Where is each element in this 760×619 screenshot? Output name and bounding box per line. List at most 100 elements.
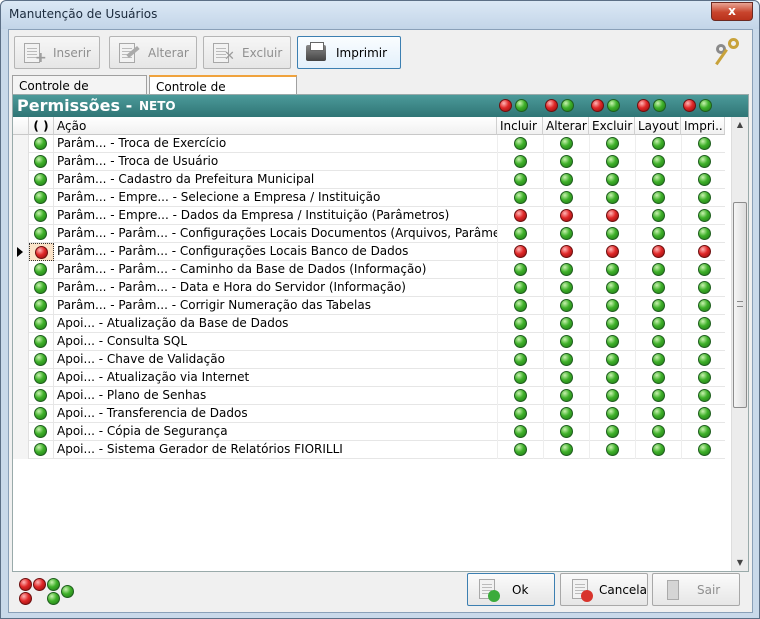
table-row[interactable]: Parâm... - Parâm... - Corrigir Numeração… [13, 297, 725, 315]
green-status-icon[interactable] [514, 281, 527, 294]
layout-permission-cell[interactable] [635, 153, 681, 171]
green-status-icon[interactable] [34, 137, 47, 150]
imprimir-permission-cell[interactable] [681, 261, 725, 279]
row-indicator[interactable] [13, 261, 29, 279]
table-row[interactable]: Parâm... - Empre... - Dados da Empresa /… [13, 207, 725, 225]
green-status-icon[interactable] [652, 137, 665, 150]
layout-permission-cell[interactable] [635, 261, 681, 279]
row-indicator[interactable] [13, 423, 29, 441]
green-status-icon[interactable] [698, 209, 711, 222]
green-status-icon[interactable] [606, 317, 619, 330]
layout-permission-cell[interactable] [635, 387, 681, 405]
red-status-icon[interactable] [514, 245, 527, 258]
green-status-icon[interactable] [514, 443, 527, 456]
green-status-icon[interactable] [34, 209, 47, 222]
green-status-icon[interactable] [514, 155, 527, 168]
row-toggle-cell[interactable] [29, 441, 54, 459]
alterar-permission-cell[interactable] [543, 369, 589, 387]
green-status-icon[interactable] [514, 425, 527, 438]
green-status-icon[interactable] [698, 443, 711, 456]
excluir-permission-cell[interactable] [589, 441, 635, 459]
green-status-icon[interactable] [652, 371, 665, 384]
green-status-icon[interactable] [698, 281, 711, 294]
table-row[interactable]: Parâm... - Parâm... - Data e Hora do Ser… [13, 279, 725, 297]
row-toggle-cell[interactable] [29, 387, 54, 405]
incluir-permission-cell[interactable] [497, 207, 543, 225]
green-status-icon[interactable] [34, 317, 47, 330]
excluir-permission-cell[interactable] [589, 423, 635, 441]
layout-permission-cell[interactable] [635, 441, 681, 459]
red-status-icon[interactable] [35, 246, 48, 259]
green-status-icon[interactable] [698, 137, 711, 150]
imprimir-permission-cell[interactable] [681, 297, 725, 315]
row-indicator[interactable] [13, 243, 29, 261]
excluir-permission-cell[interactable] [589, 351, 635, 369]
incluir-column-header[interactable]: Incluir [497, 117, 543, 135]
incluir-permission-cell[interactable] [497, 405, 543, 423]
green-status-icon[interactable] [560, 173, 573, 186]
table-row[interactable]: Apoi... - Plano de Senhas [13, 387, 725, 405]
alterar-permission-cell[interactable] [543, 405, 589, 423]
imprimir-permission-cell[interactable] [681, 189, 725, 207]
green-status-icon[interactable] [560, 263, 573, 276]
layout-permission-cell[interactable] [635, 369, 681, 387]
incluir-permission-cell[interactable] [497, 297, 543, 315]
green-status-icon[interactable] [560, 155, 573, 168]
excluir-permission-cell[interactable] [589, 135, 635, 153]
excluir-permission-cell[interactable] [589, 405, 635, 423]
green-status-icon[interactable] [514, 407, 527, 420]
green-status-icon[interactable] [560, 317, 573, 330]
green-status-icon[interactable] [606, 227, 619, 240]
row-toggle-cell[interactable] [29, 279, 54, 297]
red-status-icon[interactable] [652, 245, 665, 258]
green-status-icon[interactable] [698, 371, 711, 384]
green-status-icon[interactable] [560, 407, 573, 420]
green-status-icon[interactable] [652, 389, 665, 402]
row-toggle-cell[interactable] [29, 405, 54, 423]
incluir-deny-all-button[interactable] [499, 99, 512, 112]
green-status-icon[interactable] [514, 227, 527, 240]
row-toggle-cell[interactable] [29, 297, 54, 315]
imprimir-permission-cell[interactable] [681, 225, 725, 243]
table-row[interactable]: Apoi... - Chave de Validação [13, 351, 725, 369]
row-indicator[interactable] [13, 387, 29, 405]
alterar-allow-all-button[interactable] [561, 99, 574, 112]
alterar-deny-all-button[interactable] [545, 99, 558, 112]
table-row[interactable]: Apoi... - Consulta SQL [13, 333, 725, 351]
incluir-permission-cell[interactable] [497, 135, 543, 153]
layout-column-header[interactable]: Layout [635, 117, 681, 135]
row-indicator[interactable] [13, 225, 29, 243]
imprimir-permission-cell[interactable] [681, 279, 725, 297]
row-toggle-cell[interactable] [29, 171, 54, 189]
keys-icon[interactable] [714, 36, 744, 68]
green-status-icon[interactable] [560, 299, 573, 312]
layout-permission-cell[interactable] [635, 171, 681, 189]
layout-permission-cell[interactable] [635, 423, 681, 441]
green-status-icon[interactable] [652, 191, 665, 204]
green-status-icon[interactable] [34, 263, 47, 276]
green-status-icon[interactable] [698, 353, 711, 366]
green-status-icon[interactable] [606, 173, 619, 186]
green-status-icon[interactable] [698, 191, 711, 204]
green-status-icon[interactable] [560, 389, 573, 402]
layout-permission-cell[interactable] [635, 351, 681, 369]
red-status-icon[interactable] [606, 209, 619, 222]
table-row[interactable]: Apoi... - Transferencia de Dados [13, 405, 725, 423]
red-status-icon[interactable] [560, 209, 573, 222]
green-status-icon[interactable] [698, 335, 711, 348]
toggle-column-header[interactable]: ( ) [29, 117, 54, 135]
incluir-permission-cell[interactable] [497, 315, 543, 333]
layout-permission-cell[interactable] [635, 135, 681, 153]
green-status-icon[interactable] [652, 209, 665, 222]
green-status-icon[interactable] [560, 137, 573, 150]
scroll-up-icon[interactable]: ▲ [732, 117, 748, 133]
green-status-icon[interactable] [652, 173, 665, 186]
excluir-permission-cell[interactable] [589, 153, 635, 171]
red-status-icon[interactable] [560, 245, 573, 258]
green-status-icon[interactable] [514, 263, 527, 276]
green-status-icon[interactable] [34, 389, 47, 402]
green-status-icon[interactable] [698, 425, 711, 438]
green-status-icon[interactable] [652, 425, 665, 438]
imprimir-permission-cell[interactable] [681, 423, 725, 441]
incluir-permission-cell[interactable] [497, 333, 543, 351]
